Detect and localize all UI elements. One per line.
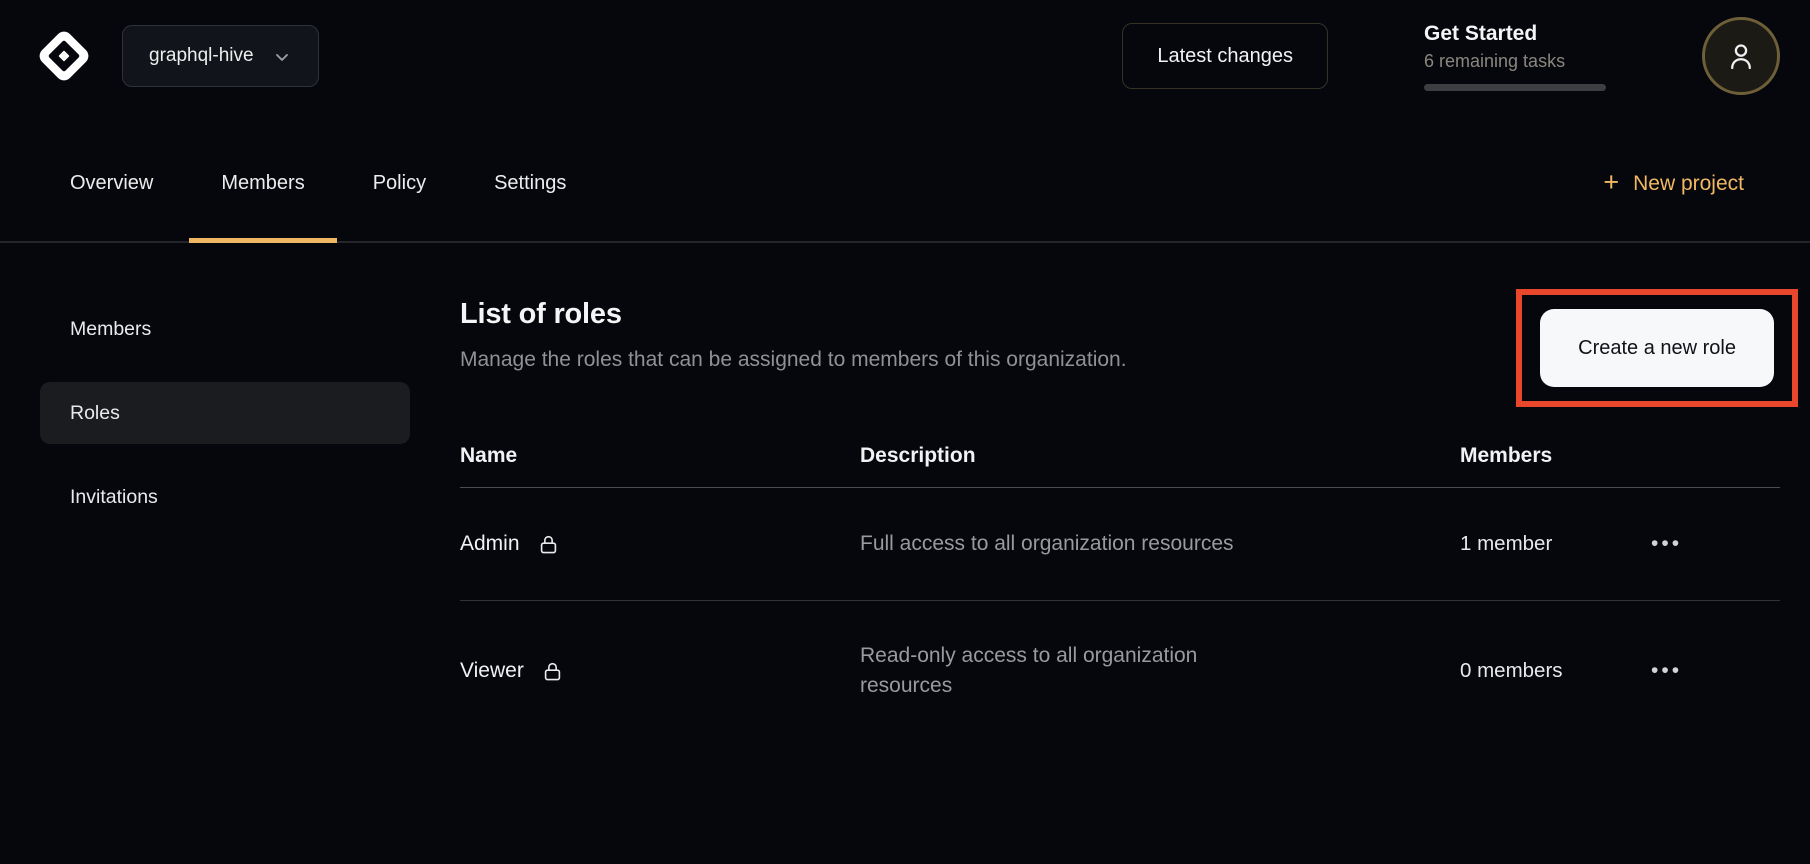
table-row-viewer: Viewer Read-only access to all organizat…	[460, 601, 1780, 741]
content-area: Members Roles Invitations List of roles …	[0, 243, 1810, 864]
hive-logo-icon	[35, 27, 93, 85]
tab-policy[interactable]: Policy	[341, 126, 458, 241]
sidebar-item-roles[interactable]: Roles	[40, 382, 410, 444]
lock-icon	[541, 659, 564, 684]
plus-icon: +	[1603, 169, 1619, 196]
get-started-widget[interactable]: Get Started 6 remaining tasks	[1424, 22, 1610, 91]
tab-overview[interactable]: Overview	[38, 126, 185, 241]
role-name: Viewer	[460, 659, 524, 683]
role-description: Read-only access to all organization res…	[860, 641, 1460, 701]
person-icon	[1724, 38, 1758, 74]
annotation-highlight-box: Create a new role	[1516, 289, 1798, 407]
role-name: Admin	[460, 532, 520, 556]
org-tab-bar: Overview Members Policy Settings + New p…	[0, 112, 1810, 243]
new-project-button[interactable]: + New project	[1597, 170, 1750, 197]
table-row-admin: Admin Full access to all organization re…	[460, 488, 1780, 601]
latest-changes-button[interactable]: Latest changes	[1122, 23, 1328, 89]
roles-table: Name Description Members Admin Full acce…	[460, 424, 1780, 741]
role-description: Full access to all organization resource…	[860, 529, 1460, 559]
role-members-count: 0 members	[1460, 659, 1645, 683]
row-actions-button[interactable]: •••	[1645, 528, 1688, 560]
get-started-progress-bar	[1424, 84, 1606, 91]
tab-members[interactable]: Members	[189, 126, 336, 241]
org-selector[interactable]: graphql-hive	[122, 25, 319, 87]
column-header-name: Name	[460, 444, 860, 468]
role-members-count: 1 member	[1460, 532, 1645, 556]
get-started-subtitle: 6 remaining tasks	[1424, 51, 1610, 72]
column-header-members: Members	[1460, 444, 1645, 468]
column-header-description: Description	[860, 444, 1460, 468]
lock-icon	[537, 532, 560, 557]
table-header-row: Name Description Members	[460, 424, 1780, 488]
create-new-role-button[interactable]: Create a new role	[1540, 309, 1774, 387]
chevron-down-icon	[272, 47, 292, 67]
top-bar: graphql-hive Latest changes Get Started …	[0, 0, 1810, 112]
roles-panel: List of roles Manage the roles that can …	[460, 298, 1780, 864]
org-selector-label: graphql-hive	[149, 45, 254, 67]
user-avatar[interactable]	[1702, 17, 1780, 95]
sidebar-item-invitations[interactable]: Invitations	[40, 466, 410, 528]
new-project-label: New project	[1633, 172, 1744, 196]
tab-settings[interactable]: Settings	[462, 126, 598, 241]
hive-logo[interactable]	[35, 27, 93, 85]
get-started-title: Get Started	[1424, 22, 1610, 46]
sidebar-item-members[interactable]: Members	[40, 298, 410, 360]
row-actions-button[interactable]: •••	[1645, 655, 1688, 687]
members-sidebar: Members Roles Invitations	[40, 298, 410, 864]
